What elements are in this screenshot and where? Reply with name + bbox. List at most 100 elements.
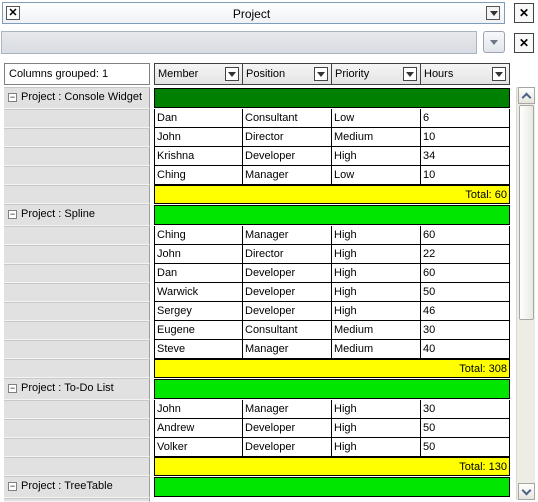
- table-cell[interactable]: Developer: [243, 147, 332, 166]
- table-cell[interactable]: Sergey: [154, 302, 243, 321]
- table-cell[interactable]: John: [154, 245, 243, 264]
- table-cell[interactable]: 60: [421, 264, 510, 283]
- table-cell[interactable]: Ching: [154, 226, 243, 245]
- chevron-down-icon[interactable]: [314, 67, 328, 81]
- table-cell[interactable]: High: [332, 226, 421, 245]
- table-cell[interactable]: Consultant: [243, 109, 332, 128]
- x-box-icon[interactable]: ✕: [6, 6, 20, 20]
- close-icon: ✕: [518, 6, 530, 20]
- table-cell[interactable]: Medium: [332, 340, 421, 359]
- group-total: Total: 308: [154, 359, 510, 378]
- row-header: [4, 264, 150, 283]
- column-header[interactable]: Member: [154, 63, 243, 85]
- group-row-header[interactable]: − Project : Spline: [4, 204, 150, 226]
- table-cell[interactable]: Medium: [332, 128, 421, 147]
- table-cell[interactable]: High: [332, 438, 421, 457]
- table-cell[interactable]: Developer: [243, 264, 332, 283]
- table-cell[interactable]: 46: [421, 302, 510, 321]
- table-cell[interactable]: Ching: [154, 166, 243, 185]
- table-cell[interactable]: Director: [243, 245, 332, 264]
- table-cell[interactable]: 34: [421, 147, 510, 166]
- table-cell[interactable]: Manager: [243, 226, 332, 245]
- column-header[interactable]: Hours: [421, 63, 510, 85]
- table-cell[interactable]: Steve: [154, 340, 243, 359]
- table-cell[interactable]: Developer: [243, 419, 332, 438]
- clear-grouping-button[interactable]: ✕: [514, 33, 534, 53]
- scroll-thumb[interactable]: [519, 105, 534, 320]
- table-cell[interactable]: Low: [332, 166, 421, 185]
- group-row-header[interactable]: − Project : TreeTable: [4, 476, 150, 498]
- chevron-down-icon[interactable]: [492, 67, 506, 81]
- table-cell[interactable]: Consultant: [243, 321, 332, 340]
- chevron-down-icon[interactable]: [225, 67, 239, 81]
- table-cell[interactable]: Dan: [154, 109, 243, 128]
- table-cell[interactable]: Manager: [243, 400, 332, 419]
- row-header: [4, 457, 150, 476]
- row-header: [4, 283, 150, 302]
- group-total: Total: 60: [154, 185, 510, 204]
- table-cell[interactable]: 6: [421, 109, 510, 128]
- chevron-down-icon[interactable]: [403, 67, 417, 81]
- group-by-dropdown-button[interactable]: [483, 31, 505, 53]
- group-label: − Project : To-Do List: [8, 382, 114, 394]
- group-row-header[interactable]: − Project : Console Widget: [4, 87, 150, 109]
- chevron-down-icon[interactable]: [486, 6, 500, 20]
- table-cell[interactable]: Andrew: [154, 419, 243, 438]
- column-header[interactable]: Position: [243, 63, 332, 85]
- scroll-up-button[interactable]: [518, 87, 535, 104]
- row-header: [4, 128, 150, 147]
- collapse-icon[interactable]: −: [8, 210, 17, 219]
- table-cell[interactable]: John: [154, 128, 243, 147]
- table-cell[interactable]: 60: [421, 226, 510, 245]
- group-header-bar: [154, 205, 510, 225]
- table-cell[interactable]: High: [332, 147, 421, 166]
- close-button[interactable]: ✕: [514, 3, 534, 23]
- table-cell[interactable]: 50: [421, 438, 510, 457]
- table-cell[interactable]: Medium: [332, 321, 421, 340]
- table-cell[interactable]: 10: [421, 128, 510, 147]
- table-cell[interactable]: John: [154, 400, 243, 419]
- table-cell[interactable]: Director: [243, 128, 332, 147]
- group-by-bar[interactable]: [1, 31, 477, 54]
- table-cell[interactable]: Volker: [154, 438, 243, 457]
- row-header: [4, 166, 150, 185]
- table-cell[interactable]: Manager: [243, 340, 332, 359]
- table-cell[interactable]: 22: [421, 245, 510, 264]
- table-cell[interactable]: High: [332, 400, 421, 419]
- scroll-down-button[interactable]: [518, 483, 535, 500]
- table-cell[interactable]: Warwick: [154, 283, 243, 302]
- table-cell[interactable]: High: [332, 302, 421, 321]
- table-cell[interactable]: Developer: [243, 438, 332, 457]
- group-header-bar: [154, 88, 510, 108]
- group-header-bar: [154, 477, 510, 497]
- table-cell[interactable]: 40: [421, 340, 510, 359]
- table-cell[interactable]: Manager: [243, 166, 332, 185]
- column-header-label: Position: [246, 68, 286, 80]
- row-header: [4, 302, 150, 321]
- table-cell[interactable]: Eugene: [154, 321, 243, 340]
- table-cell[interactable]: 30: [421, 400, 510, 419]
- table-cell[interactable]: 30: [421, 321, 510, 340]
- table-cell[interactable]: 10: [421, 166, 510, 185]
- column-header-label: Member: [158, 68, 199, 80]
- table-cell[interactable]: Low: [332, 109, 421, 128]
- vertical-scrollbar[interactable]: [516, 87, 535, 500]
- table-cell[interactable]: Developer: [243, 302, 332, 321]
- chevron-down-icon: [521, 485, 532, 496]
- table-cell[interactable]: Developer: [243, 283, 332, 302]
- group-row-header[interactable]: − Project : To-Do List: [4, 378, 150, 400]
- table-cell[interactable]: Krishna: [154, 147, 243, 166]
- table-cell[interactable]: Dan: [154, 264, 243, 283]
- table-cell[interactable]: High: [332, 245, 421, 264]
- collapse-icon[interactable]: −: [8, 93, 17, 102]
- table-cell[interactable]: 50: [421, 283, 510, 302]
- table-cell[interactable]: High: [332, 419, 421, 438]
- table-cell[interactable]: High: [332, 283, 421, 302]
- collapse-icon[interactable]: −: [8, 384, 17, 393]
- column-header[interactable]: Priority: [332, 63, 421, 85]
- row-header: [4, 359, 150, 378]
- table-cell[interactable]: High: [332, 264, 421, 283]
- collapse-icon[interactable]: −: [8, 482, 17, 491]
- project-combo[interactable]: ✕ Project: [2, 2, 505, 24]
- table-cell[interactable]: 50: [421, 419, 510, 438]
